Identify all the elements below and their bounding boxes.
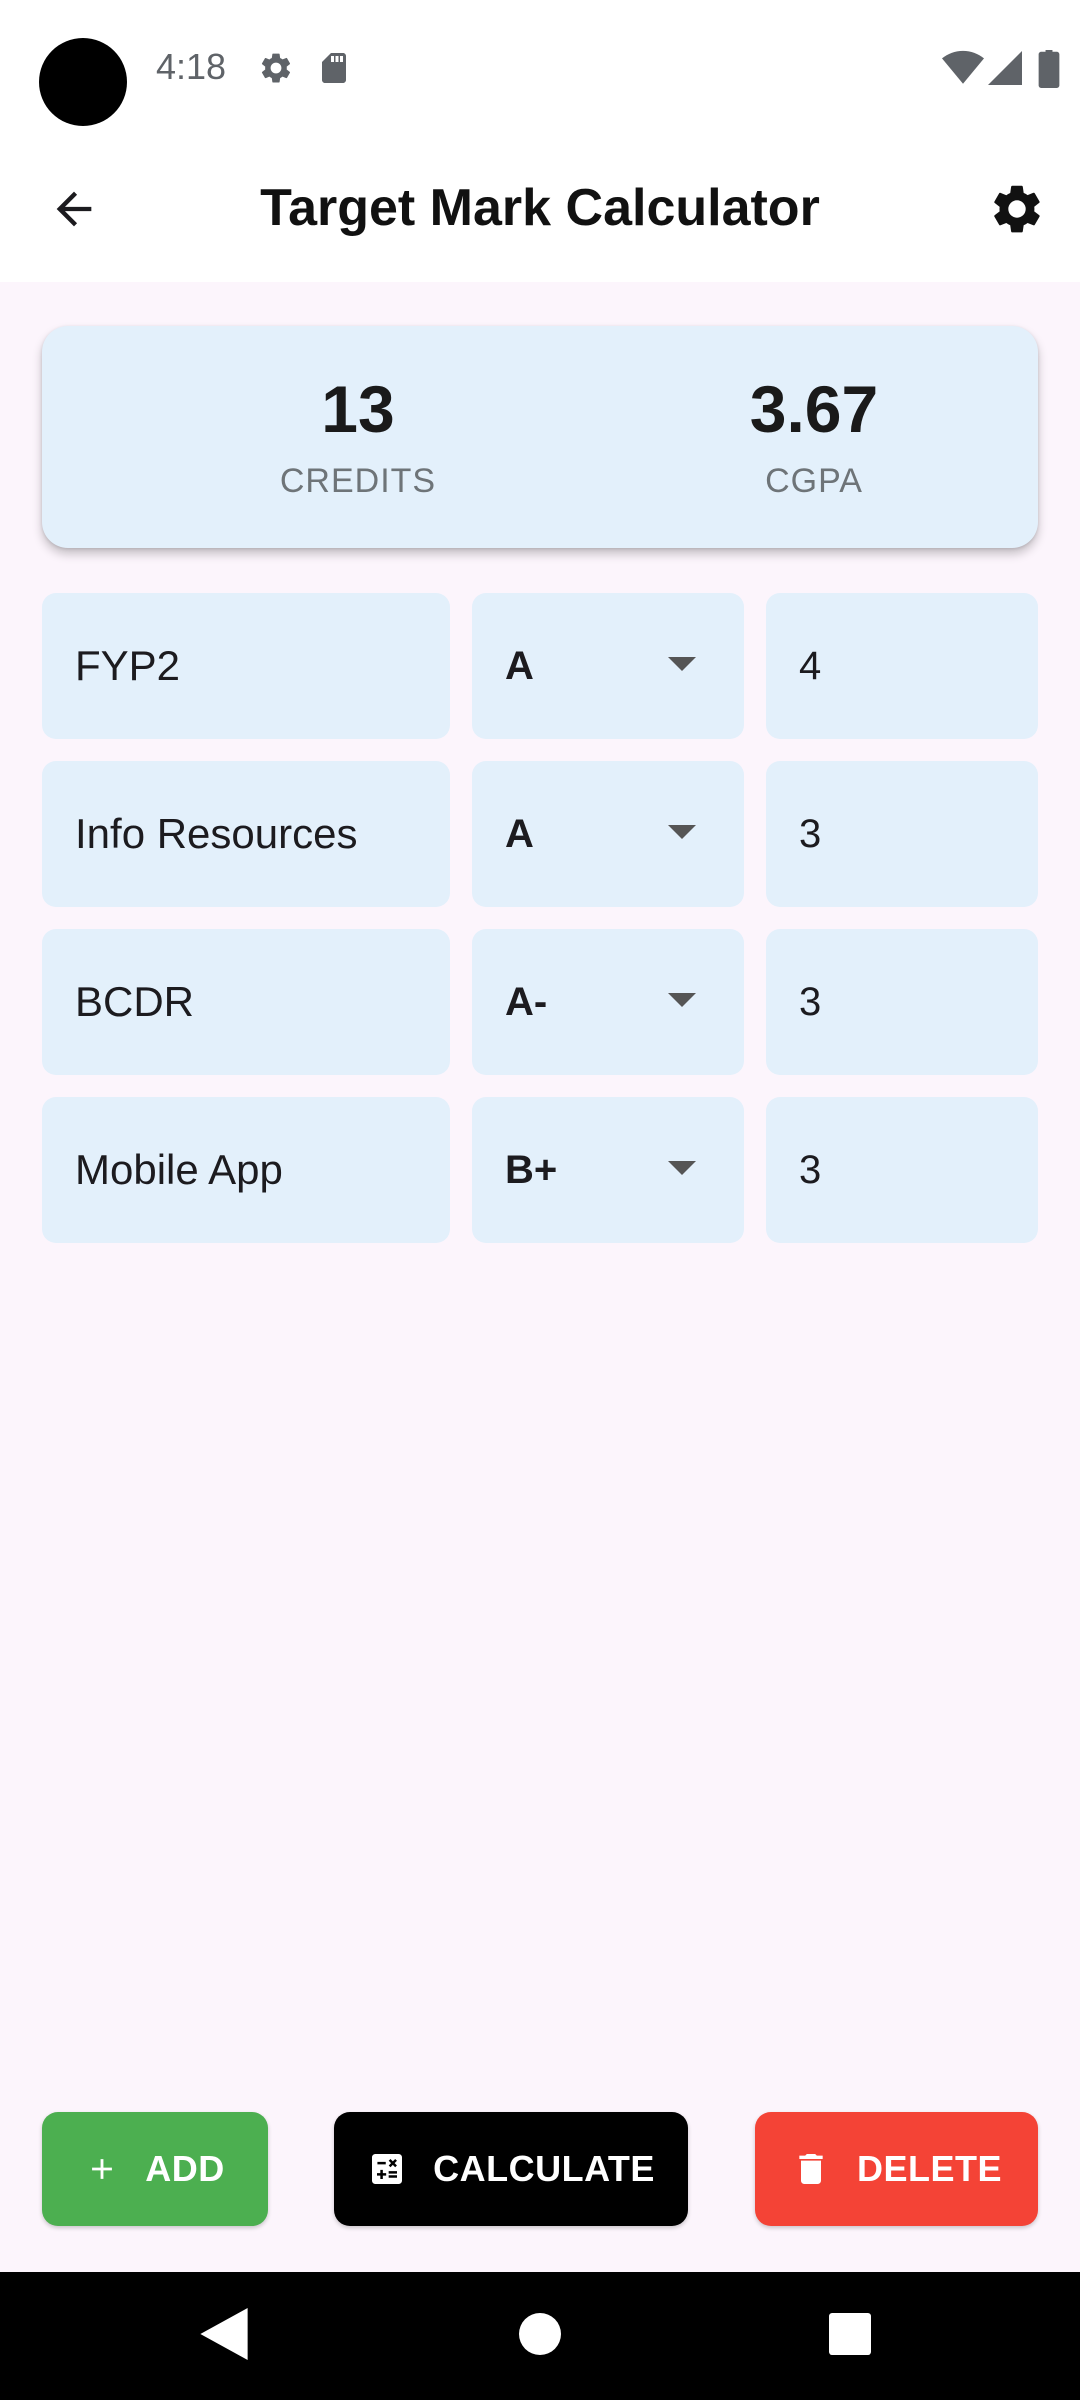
credits-label: CREDITS <box>279 462 437 500</box>
delete-button[interactable]: DELETE <box>755 2112 1038 2226</box>
grade-dropdown[interactable]: A <box>472 593 744 739</box>
add-button[interactable]: ADD <box>42 2112 268 2226</box>
nav-home-button[interactable] <box>502 2298 578 2374</box>
dropdown-arrow-icon <box>668 993 696 1007</box>
gear-icon <box>988 180 1046 243</box>
sd-card-icon <box>316 50 352 86</box>
camera-cutout <box>39 38 127 126</box>
grade-dropdown[interactable]: A <box>472 761 744 907</box>
dropdown-arrow-icon <box>668 825 696 839</box>
grade-value: A- <box>505 979 548 1024</box>
cgpa-value: 3.67 <box>749 372 879 446</box>
delete-button-label: DELETE <box>856 2148 1002 2189</box>
course-row: Info Resources A 3 <box>42 761 1038 907</box>
app-bar: Target Mark Calculator <box>0 140 1080 282</box>
circle-home-icon <box>519 2312 561 2360</box>
course-row: FYP2 A 4 <box>42 593 1038 739</box>
system-nav-bar <box>0 2272 1080 2400</box>
page-title: Target Mark Calculator <box>260 179 820 237</box>
dropdown-arrow-icon <box>668 1161 696 1175</box>
course-name-field[interactable]: FYP2 <box>42 593 450 739</box>
course-name-field[interactable]: Info Resources <box>42 761 450 907</box>
credits-value: 13 <box>321 372 395 446</box>
trash-icon <box>791 2149 831 2189</box>
calculate-button-label: CALCULATE <box>433 2148 655 2189</box>
calculator-icon <box>367 2149 407 2189</box>
course-row: BCDR A- 3 <box>42 929 1038 1075</box>
status-bar: 4:18 <box>0 0 1080 140</box>
grade-value: B+ <box>505 1147 558 1192</box>
credit-field[interactable]: 3 <box>766 761 1038 907</box>
grade-dropdown[interactable]: B+ <box>472 1097 744 1243</box>
nav-recents-button[interactable] <box>812 2298 888 2374</box>
settings-button[interactable] <box>982 176 1052 246</box>
grade-value: A <box>505 643 534 688</box>
credit-field[interactable]: 3 <box>766 929 1038 1075</box>
wifi-icon <box>942 50 984 86</box>
triangle-back-icon <box>200 2307 248 2365</box>
square-recents-icon <box>829 2312 871 2360</box>
signal-icon <box>988 50 1022 86</box>
cgpa-label: CGPA <box>765 462 863 500</box>
status-time: 4:18 <box>156 46 227 87</box>
course-name-field[interactable]: BCDR <box>42 929 450 1075</box>
settings-icon <box>258 50 294 86</box>
summary-card: 13 CREDITS 3.67 CGPA <box>42 326 1038 548</box>
credit-field[interactable]: 3 <box>766 1097 1038 1243</box>
grade-dropdown[interactable]: A- <box>472 929 744 1075</box>
plus-icon <box>85 2152 119 2186</box>
cgpa-summary: 3.67 CGPA <box>664 376 964 501</box>
course-row: Mobile App B+ 3 <box>42 1097 1038 1243</box>
add-button-label: ADD <box>145 2148 225 2189</box>
credit-field[interactable]: 4 <box>766 593 1038 739</box>
credits-summary: 13 CREDITS <box>208 376 508 501</box>
battery-icon <box>1038 50 1060 88</box>
calculate-button[interactable]: CALCULATE <box>334 2112 688 2226</box>
grade-value: A <box>505 811 534 856</box>
dropdown-arrow-icon <box>668 657 696 671</box>
course-name-field[interactable]: Mobile App <box>42 1097 450 1243</box>
nav-back-button[interactable] <box>186 2298 262 2374</box>
